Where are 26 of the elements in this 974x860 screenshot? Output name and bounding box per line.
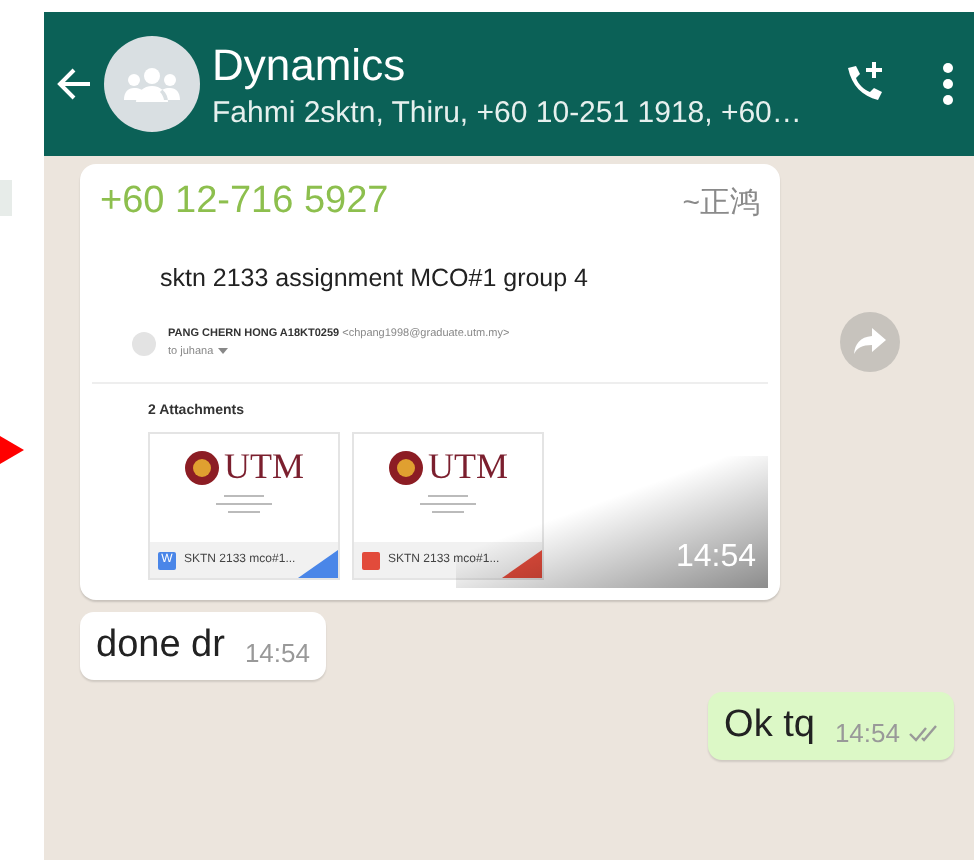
logo-text: UTM bbox=[224, 446, 304, 488]
logo-text: UTM bbox=[428, 446, 508, 488]
corner-fold-icon bbox=[502, 550, 542, 578]
crest-icon bbox=[388, 449, 424, 485]
arrow-head-icon bbox=[0, 436, 24, 464]
corner-fold-icon bbox=[298, 550, 338, 578]
back-arrow-icon[interactable] bbox=[56, 66, 92, 102]
sender-name: ~正鸿 bbox=[682, 183, 760, 221]
background-image-edge bbox=[0, 180, 12, 216]
message-time: 14:54 bbox=[834, 718, 900, 748]
chat-title: Dynamics bbox=[212, 39, 408, 91]
crest-icon bbox=[184, 449, 220, 485]
message-time: 14:54 bbox=[675, 540, 756, 576]
chat-members: Fahmi 2sktn, Thiru, +60 10-251 1918, +60… bbox=[212, 95, 804, 129]
more-menu-icon[interactable] bbox=[942, 62, 954, 106]
group-avatar[interactable] bbox=[104, 36, 200, 132]
email-subject: sktn 2133 assignment MCO#1 group 4 bbox=[160, 264, 591, 292]
caret-icon bbox=[217, 348, 228, 356]
message-time: 14:54 bbox=[244, 638, 310, 668]
sender-number: +60 12-716 5927 bbox=[100, 180, 389, 224]
message-text: Ok tq bbox=[724, 704, 815, 748]
avatar-icon bbox=[132, 332, 156, 356]
message-text: done dr bbox=[96, 624, 225, 668]
forward-icon bbox=[854, 328, 886, 356]
group-icon bbox=[124, 66, 180, 102]
file-type-icon bbox=[362, 551, 380, 569]
